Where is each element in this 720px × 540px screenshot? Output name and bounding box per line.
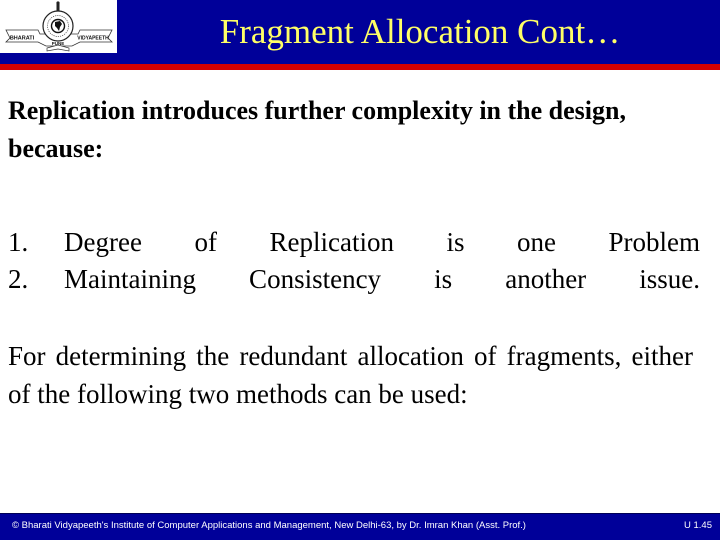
institution-logo: BHARATI VIDYAPEETH PUNE [0,0,117,53]
header-red-stripe [0,64,720,70]
footer-bar: © Bharati Vidyapeeth's Institute of Comp… [0,513,720,540]
intro-text: Replication introduces further complexit… [8,96,626,163]
numbered-list: 1. Degree of Replication is one Problem … [8,224,700,298]
list-item-number: 2. [8,264,29,294]
list-item-text: Maintaining Consistency is another issue… [64,264,700,294]
slide-title: Fragment Allocation Cont… [219,12,621,51]
list-item-text: Degree of Replication is one Problem [64,227,700,257]
logo-left-text: BHARATI [10,36,35,42]
logo-emblem-icon: BHARATI VIDYAPEETH PUNE [5,1,113,52]
logo-bottom-text: PUNE [52,41,65,46]
slide: BHARATI VIDYAPEETH PUNE Fragment Allocat… [0,0,720,540]
list-item: 2. Maintaining Consistency is another is… [8,261,700,298]
body-paragraph: For determining the redundant allocation… [8,341,693,409]
list-item: 1. Degree of Replication is one Problem [8,224,700,261]
logo-right-text: VIDYAPEETH [77,36,109,42]
list-item-number: 1. [8,227,29,257]
footer-copyright: © Bharati Vidyapeeth's Institute of Comp… [12,520,526,531]
slide-number: U 1.45 [684,520,712,531]
